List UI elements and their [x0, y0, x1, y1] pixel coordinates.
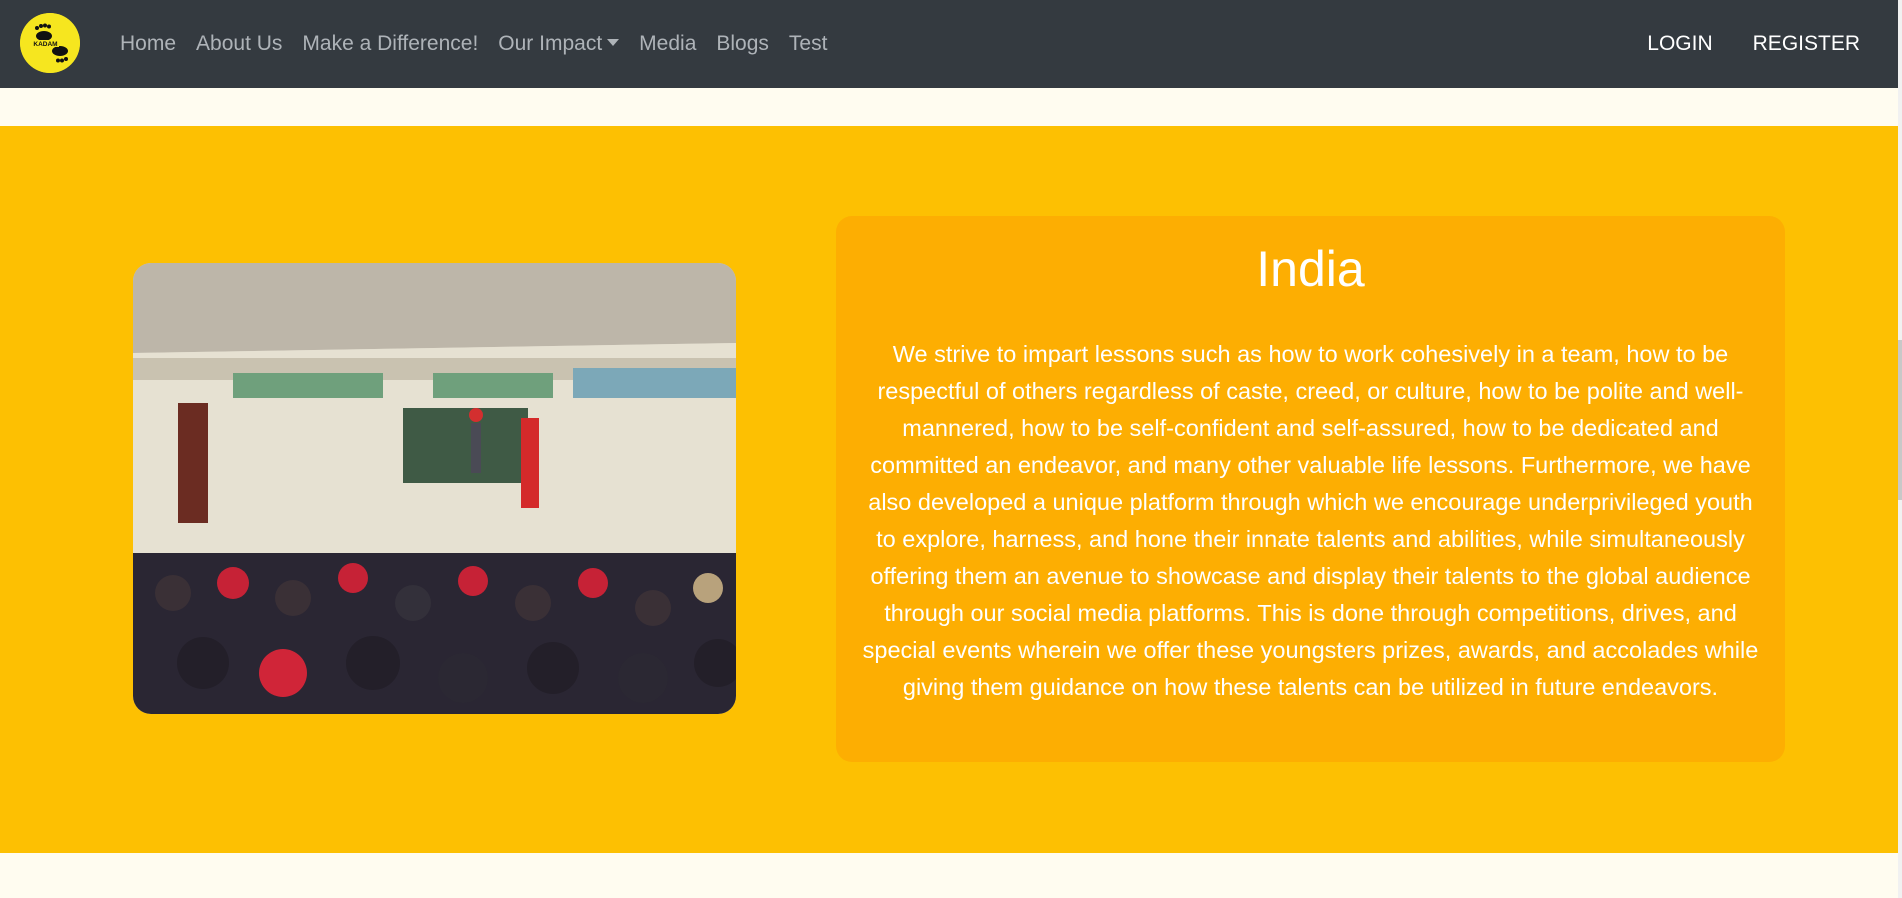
india-info-card: India We strive to impart lessons such a… — [836, 216, 1785, 762]
scrollbar-thumb[interactable] — [1898, 340, 1902, 500]
svg-text:KADAM: KADAM — [33, 41, 57, 48]
page-scrollbar[interactable] — [1898, 0, 1902, 898]
classroom-photo — [133, 263, 736, 714]
caret-down-icon — [607, 39, 620, 46]
nav-link-blogs[interactable]: Blogs — [716, 32, 769, 56]
page-spacer-bottom — [0, 853, 1898, 898]
login-link[interactable]: LOGIN — [1647, 32, 1712, 56]
nav-link-our-impact-label: Our Impact — [498, 32, 603, 55]
nav-link-make-a-difference[interactable]: Make a Difference! — [302, 32, 478, 56]
footprints-icon: KADAM — [20, 13, 80, 73]
top-navbar: KADAM Home About Us Make a Difference! O… — [0, 0, 1898, 88]
nav-link-test[interactable]: Test — [789, 32, 828, 56]
page-spacer-top — [0, 88, 1898, 126]
india-section: India We strive to impart lessons such a… — [0, 126, 1898, 853]
register-link[interactable]: REGISTER — [1753, 32, 1860, 56]
classroom-photo-icon — [133, 263, 736, 714]
nav-dropdown-our-impact[interactable]: Our Impact — [498, 32, 620, 56]
kadam-logo[interactable]: KADAM — [20, 13, 80, 73]
nav-link-about-us[interactable]: About Us — [196, 32, 282, 56]
auth-links: LOGIN REGISTER — [1607, 0, 1860, 88]
section-title: India — [1256, 241, 1365, 297]
nav-link-media[interactable]: Media — [639, 32, 696, 56]
nav-link-home[interactable]: Home — [120, 32, 176, 56]
section-description: We strive to impart lessons such as how … — [862, 341, 1759, 700]
nav-links: Home About Us Make a Difference! Our Imp… — [120, 0, 847, 88]
